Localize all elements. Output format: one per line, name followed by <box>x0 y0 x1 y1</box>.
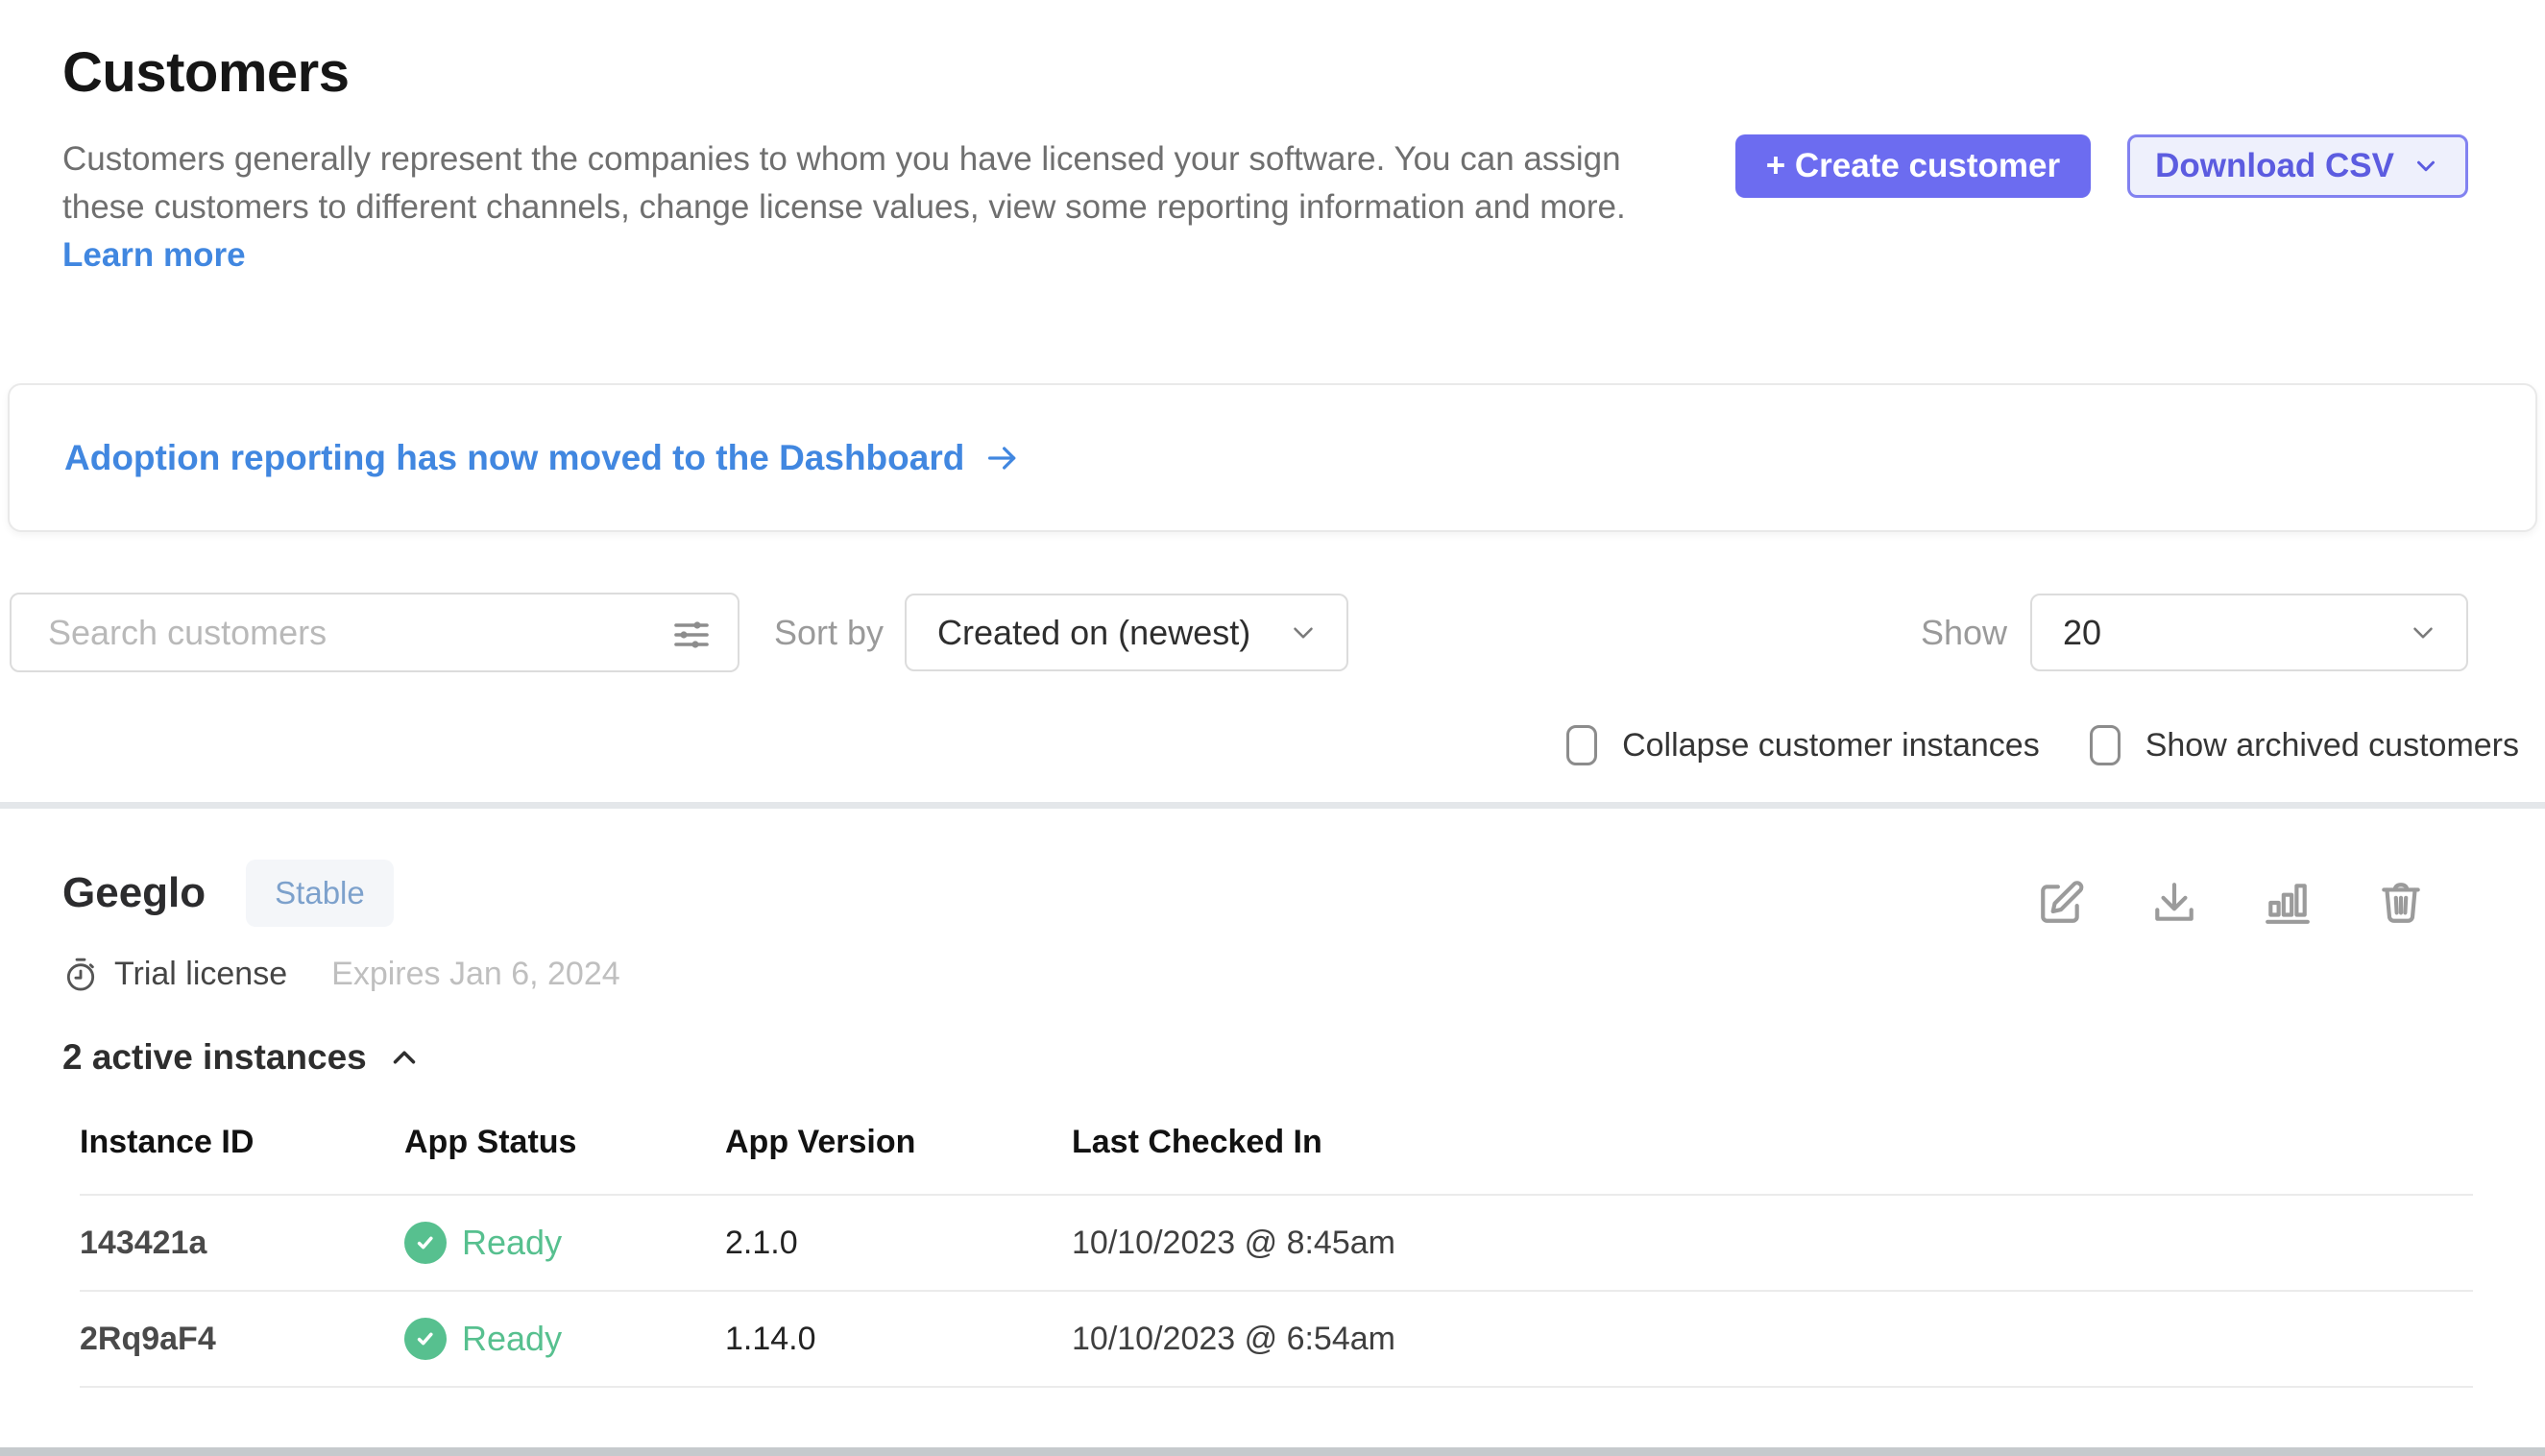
col-instance-id: Instance ID <box>80 1124 404 1161</box>
app-status-text: Ready <box>462 1223 562 1263</box>
search-box <box>10 593 739 672</box>
app-status: Ready <box>404 1222 725 1264</box>
download-csv-label: Download CSV <box>2155 147 2394 185</box>
checkbox-unchecked[interactable] <box>2090 725 2121 765</box>
license-type: Trial license <box>114 956 287 993</box>
customer-card: Geeglo Stable <box>0 809 2545 1388</box>
sort-select[interactable]: Created on (newest) <box>905 594 1348 671</box>
customer-name: Geeglo <box>62 869 206 917</box>
last-checked-in: 10/10/2023 @ 6:54am <box>1072 1321 2473 1358</box>
bottom-divider <box>0 1447 2545 1456</box>
stopwatch-icon <box>62 957 99 993</box>
collapse-instances-label: Collapse customer instances <box>1622 727 2040 764</box>
sort-by-label: Sort by <box>774 613 884 653</box>
page-title: Customers <box>62 40 2468 105</box>
filter-sliders-icon[interactable] <box>668 612 715 658</box>
app-status-text: Ready <box>462 1319 562 1359</box>
delete-customer-button[interactable] <box>2377 879 2425 927</box>
page-description-text: Customers generally represent the compan… <box>62 140 1626 226</box>
checkbox-unchecked[interactable] <box>1566 725 1597 765</box>
bar-chart-icon <box>2264 879 2312 927</box>
create-customer-button[interactable]: + Create customer <box>1735 134 2091 198</box>
check-circle-icon <box>404 1318 447 1360</box>
page-description: Customers generally represent the compan… <box>62 135 1690 279</box>
page-header: Customers Customers generally represent … <box>0 0 2545 279</box>
learn-more-link[interactable]: Learn more <box>62 236 246 274</box>
edit-icon <box>2037 879 2085 927</box>
customers-page: Customers Customers generally represent … <box>0 0 2545 1456</box>
table-header-row: Instance ID App Status App Version Last … <box>80 1124 2473 1196</box>
show-label: Show <box>1921 613 2007 653</box>
arrow-right-icon <box>983 439 1022 477</box>
search-input[interactable] <box>12 595 607 670</box>
download-icon <box>2150 879 2198 927</box>
filter-row: Sort by Created on (newest) Show 20 <box>0 593 2545 672</box>
check-circle-icon <box>404 1222 447 1264</box>
chevron-up-icon <box>386 1039 423 1076</box>
show-select-value: 20 <box>2063 613 2101 653</box>
col-last-checked-in: Last Checked In <box>1072 1124 2473 1161</box>
instance-id: 143421a <box>80 1225 404 1262</box>
show-archived-checkbox[interactable]: Show archived customers <box>2090 725 2519 765</box>
app-status: Ready <box>404 1318 725 1360</box>
customer-header: Geeglo Stable <box>62 860 2473 927</box>
app-version: 1.14.0 <box>725 1321 1072 1358</box>
download-csv-button[interactable]: Download CSV <box>2127 134 2468 198</box>
show-select[interactable]: 20 <box>2030 594 2468 671</box>
instances-toggle-label: 2 active instances <box>62 1037 367 1078</box>
header-actions: + Create customer Download CSV <box>1735 134 2468 198</box>
checkbox-row: Collapse customer instances Show archive… <box>0 725 2545 765</box>
instances-toggle[interactable]: 2 active instances <box>62 1037 423 1078</box>
adoption-banner-text: Adoption reporting has now moved to the … <box>64 438 964 478</box>
sort-select-value: Created on (newest) <box>937 613 1250 653</box>
collapse-instances-checkbox[interactable]: Collapse customer instances <box>1566 725 2040 765</box>
instances-table: Instance ID App Status App Version Last … <box>80 1124 2473 1388</box>
edit-customer-button[interactable] <box>2037 879 2085 927</box>
adoption-banner-link[interactable]: Adoption reporting has now moved to the … <box>64 438 1022 478</box>
table-row: 2Rq9aF4 Ready 1.14.0 10/10/2023 @ 6:54am <box>80 1292 2473 1388</box>
show-archived-label: Show archived customers <box>2145 727 2519 764</box>
instance-id: 2Rq9aF4 <box>80 1321 404 1358</box>
col-app-version: App Version <box>725 1124 1072 1161</box>
customer-title: Geeglo Stable <box>62 860 394 927</box>
adoption-banner[interactable]: Adoption reporting has now moved to the … <box>8 383 2537 532</box>
customer-actions <box>2037 879 2425 927</box>
trash-icon <box>2377 879 2425 927</box>
channel-badge: Stable <box>246 860 394 927</box>
license-line: Trial license Expires Jan 6, 2024 <box>62 956 2473 993</box>
download-license-button[interactable] <box>2150 879 2198 927</box>
col-app-status: App Status <box>404 1124 725 1161</box>
license-expiry: Expires Jan 6, 2024 <box>331 956 620 993</box>
chevron-down-icon <box>2412 152 2440 181</box>
chevron-down-icon <box>2407 617 2439 649</box>
customer-reporting-button[interactable] <box>2264 879 2312 927</box>
section-divider <box>0 802 2545 809</box>
chevron-down-icon <box>1287 617 1320 649</box>
table-row: 143421a Ready 2.1.0 10/10/2023 @ 8:45am <box>80 1196 2473 1292</box>
last-checked-in: 10/10/2023 @ 8:45am <box>1072 1225 2473 1262</box>
app-version: 2.1.0 <box>725 1225 1072 1262</box>
